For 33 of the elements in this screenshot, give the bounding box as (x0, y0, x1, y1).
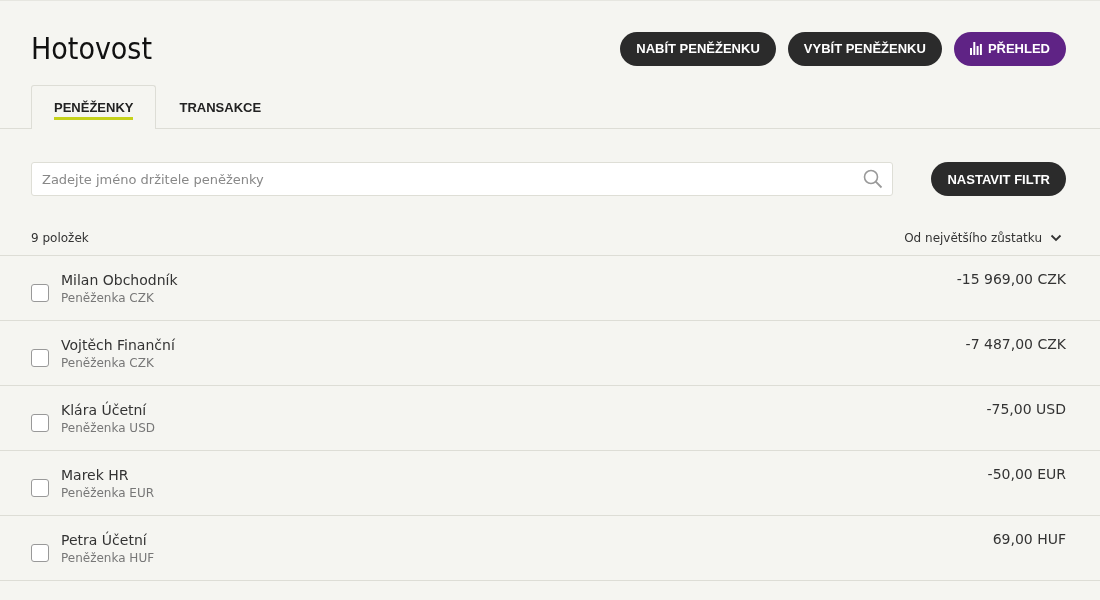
holder-name: Klára Účetní (61, 401, 148, 418)
balance-amount: -75,00 USD (986, 401, 1066, 417)
checkbox[interactable] (31, 479, 49, 497)
checkbox[interactable] (31, 349, 49, 367)
page-title: Hotovost (31, 31, 152, 66)
checkbox[interactable] (31, 414, 49, 432)
checkbox[interactable] (31, 284, 49, 302)
balance-amount: -7 487,00 CZK (965, 336, 1066, 352)
tab[interactable]: PENĚŽENKY (31, 85, 157, 129)
holder-name: Vojtěch Finanční (61, 336, 175, 353)
sort-dropdown[interactable]: Od největšího zůstatku (904, 231, 1062, 245)
bar-chart-icon (969, 42, 982, 55)
wallet-label: Peněženka USD (61, 420, 155, 435)
wallet-label: Peněženka HUF (61, 550, 155, 565)
holder-name: Milan Obchodník (61, 271, 178, 288)
tab[interactable]: TRANSAKCE (156, 85, 285, 129)
balance-amount: -50,00 EUR (987, 466, 1066, 482)
search-field[interactable]: Zadejte jméno držitele peněženky (31, 162, 893, 196)
action-button[interactable]: VYBÍT PENĚŽENKU (787, 31, 942, 66)
item-count: 9 položek (31, 231, 89, 245)
balance-amount: -15 969,00 CZK (956, 271, 1066, 287)
checkbox[interactable] (31, 544, 49, 562)
wallet-label: Peněženka CZK (61, 355, 155, 370)
wallet-label: Peněženka CZK (61, 290, 155, 305)
action-button[interactable]: PŘEHLED (953, 31, 1066, 66)
search-icon (863, 169, 883, 189)
action-button[interactable]: NABÍT PENĚŽENKU (620, 31, 776, 66)
filter-button[interactable]: NASTAVIT FILTR (931, 162, 1066, 196)
chevron-down-icon (1050, 234, 1062, 242)
holder-name: Petra Účetní (61, 531, 148, 548)
wallet-label: Peněženka EUR (61, 485, 155, 500)
balance-amount: 69,00 HUF (992, 531, 1066, 547)
holder-name: Marek HR (61, 466, 130, 483)
